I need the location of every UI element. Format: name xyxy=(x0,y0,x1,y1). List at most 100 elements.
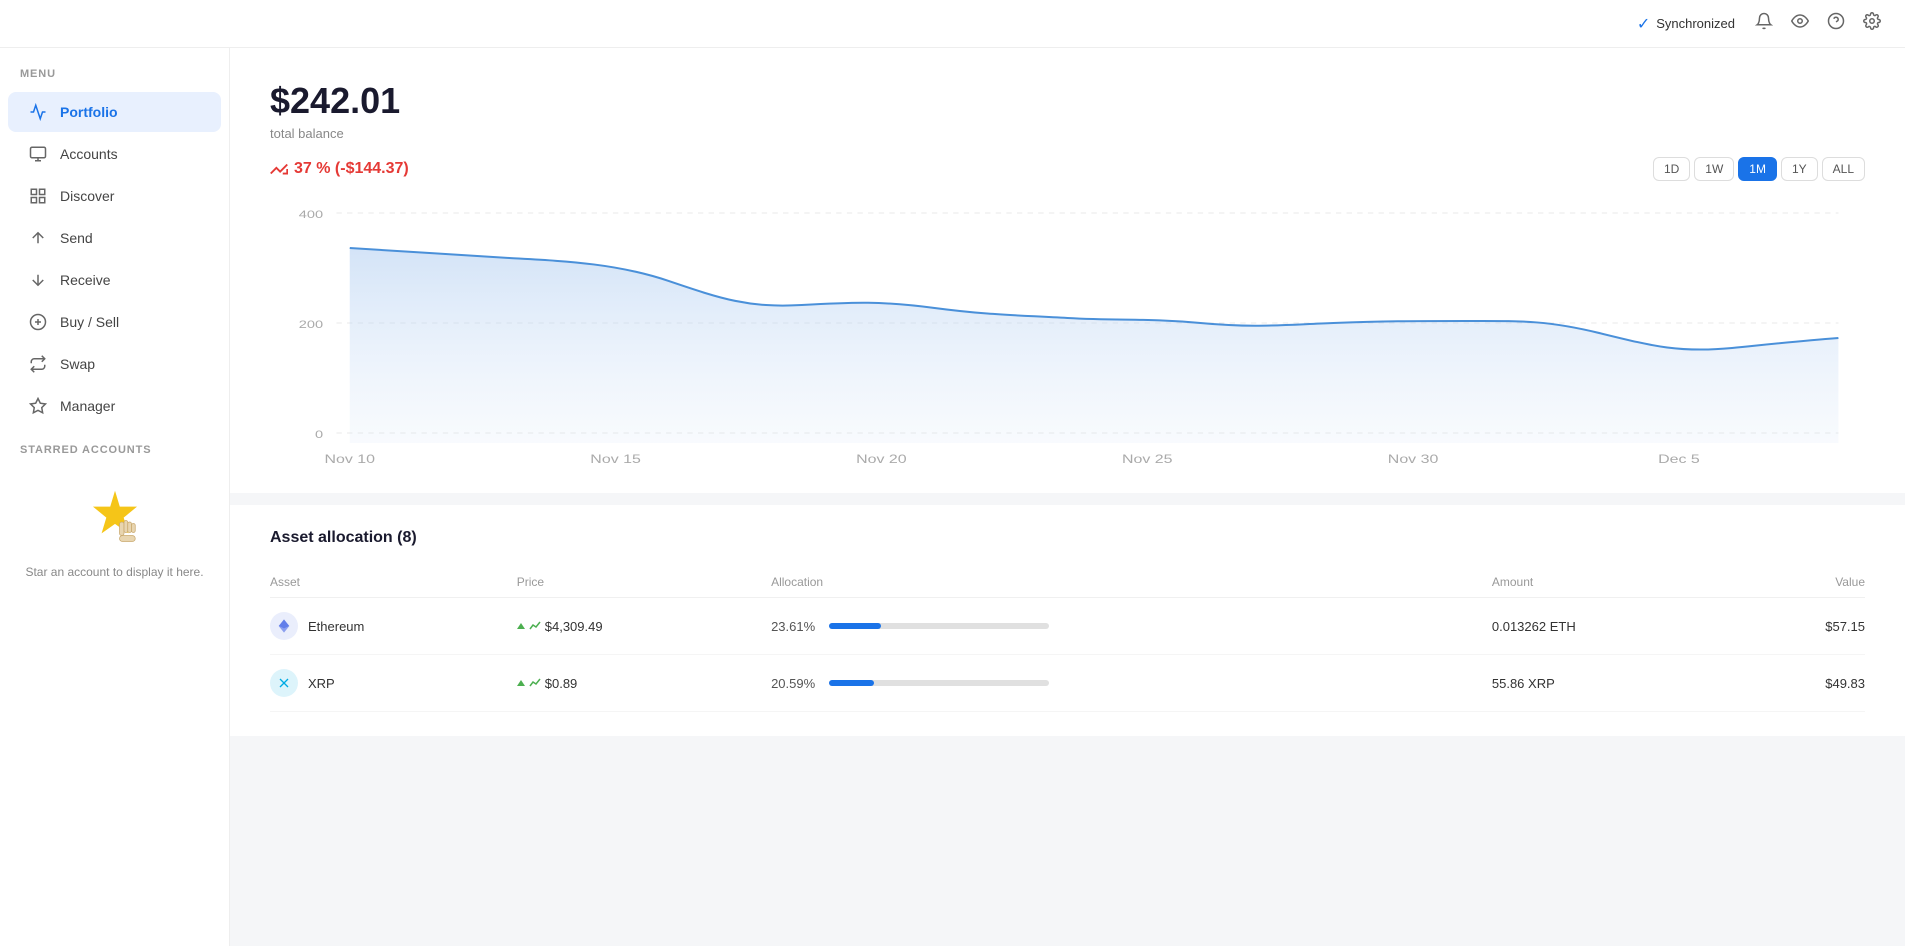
accounts-label: Accounts xyxy=(60,146,118,162)
total-balance-value: $242.01 xyxy=(270,80,1865,122)
filter-all[interactable]: ALL xyxy=(1822,157,1865,181)
sidebar-item-send[interactable]: Send xyxy=(8,218,221,258)
col-value: Value xyxy=(1721,567,1865,598)
eye-icon[interactable] xyxy=(1791,12,1809,35)
sidebar-item-discover[interactable]: Discover xyxy=(8,176,221,216)
portfolio-change: 37 % (-$144.37) xyxy=(270,160,409,178)
asset-value: $49.83 xyxy=(1721,655,1865,712)
trend-down-icon xyxy=(270,160,288,178)
buy-sell-icon xyxy=(28,312,48,332)
asset-table-body: Ethereum $4,309.49 23.61% 0.013262 ETH $… xyxy=(270,598,1865,712)
asset-name-cell: Ethereum xyxy=(270,612,497,640)
portfolio-chart: 400 200 0 Nov 10 Nov 15 xyxy=(270,193,1865,473)
sync-label: Synchronized xyxy=(1656,16,1735,31)
asset-section: Asset allocation (8) Asset Price Allocat… xyxy=(230,505,1905,736)
send-label: Send xyxy=(60,230,93,246)
time-filters: 1D 1W 1M 1Y ALL xyxy=(1653,157,1865,181)
asset-name: XRP xyxy=(308,676,335,691)
allocation-bar-fill xyxy=(829,680,874,686)
allocation-bar-bg xyxy=(829,623,1049,629)
manager-icon xyxy=(28,396,48,416)
menu-label: MENU xyxy=(0,68,229,90)
allocation-pct: 20.59% xyxy=(771,676,819,691)
col-asset: Asset xyxy=(270,567,497,598)
svg-text:Nov 10: Nov 10 xyxy=(324,452,375,466)
sidebar-item-buy-sell[interactable]: Buy / Sell xyxy=(8,302,221,342)
change-value: 37 % (-$144.37) xyxy=(294,160,409,178)
sidebar-item-receive[interactable]: Receive xyxy=(8,260,221,300)
sync-status: ✓ Synchronized xyxy=(1637,14,1735,34)
col-price: Price xyxy=(497,567,751,598)
receive-icon xyxy=(28,270,48,290)
asset-price: $4,309.49 xyxy=(517,619,751,634)
sidebar-item-swap[interactable]: Swap xyxy=(8,344,221,384)
portfolio-label: Portfolio xyxy=(60,104,118,120)
top-bar-icons xyxy=(1755,12,1881,35)
star-hand-icon xyxy=(85,486,145,555)
svg-text:Dec 5: Dec 5 xyxy=(1658,452,1700,466)
starred-accounts-label: STARRED ACCOUNTS xyxy=(0,428,229,466)
col-allocation: Allocation xyxy=(751,567,1472,598)
main-content: $242.01 total balance 37 % (-$144.37) 1D… xyxy=(230,48,1905,946)
asset-table: Asset Price Allocation Amount Value Ethe… xyxy=(270,567,1865,712)
table-row: Ethereum $4,309.49 23.61% 0.013262 ETH $… xyxy=(270,598,1865,655)
manager-label: Manager xyxy=(60,398,115,414)
allocation-bar-bg xyxy=(829,680,1049,686)
asset-name: Ethereum xyxy=(308,619,364,634)
main-layout: MENU Portfolio Accounts xyxy=(0,48,1905,946)
table-row: XRP $0.89 20.59% 55.86 XRP $49.83 xyxy=(270,655,1865,712)
table-header-row: Asset Price Allocation Amount Value xyxy=(270,567,1865,598)
starred-empty-text: Star an account to display it here. xyxy=(25,563,203,581)
svg-text:Nov 15: Nov 15 xyxy=(590,452,641,466)
sidebar-item-manager[interactable]: Manager xyxy=(8,386,221,426)
asset-amount: 55.86 XRP xyxy=(1472,655,1722,712)
asset-allocation-title: Asset allocation (8) xyxy=(270,529,1865,547)
asset-price: $0.89 xyxy=(517,676,751,691)
allocation-cell: 20.59% xyxy=(771,676,1472,691)
discover-icon xyxy=(28,186,48,206)
allocation-cell: 23.61% xyxy=(771,619,1472,634)
total-balance-label: total balance xyxy=(270,126,1865,141)
filter-1m[interactable]: 1M xyxy=(1738,157,1777,181)
svg-text:Nov 20: Nov 20 xyxy=(856,452,907,466)
receive-label: Receive xyxy=(60,272,111,288)
svg-text:Nov 30: Nov 30 xyxy=(1388,452,1439,466)
asset-value: $57.15 xyxy=(1721,598,1865,655)
eth-asset-icon xyxy=(270,612,298,640)
send-icon xyxy=(28,228,48,248)
asset-amount: 0.013262 ETH xyxy=(1472,598,1722,655)
change-row: 37 % (-$144.37) 1D 1W 1M 1Y ALL xyxy=(270,157,1865,181)
allocation-pct: 23.61% xyxy=(771,619,819,634)
allocation-bar-fill xyxy=(829,623,881,629)
sidebar-item-portfolio[interactable]: Portfolio xyxy=(8,92,221,132)
portfolio-icon xyxy=(28,102,48,122)
price-value: $4,309.49 xyxy=(545,619,603,634)
svg-text:200: 200 xyxy=(299,318,323,331)
filter-1y[interactable]: 1Y xyxy=(1781,157,1818,181)
price-trend-icon xyxy=(529,620,541,632)
bell-icon[interactable] xyxy=(1755,12,1773,35)
price-value: $0.89 xyxy=(545,676,578,691)
filter-1d[interactable]: 1D xyxy=(1653,157,1690,181)
accounts-icon xyxy=(28,144,48,164)
starred-accounts-empty: Star an account to display it here. xyxy=(0,466,229,601)
filter-1w[interactable]: 1W xyxy=(1694,157,1734,181)
svg-text:0: 0 xyxy=(315,428,323,441)
col-amount: Amount xyxy=(1472,567,1722,598)
chart-area xyxy=(350,248,1839,443)
sidebar-item-accounts[interactable]: Accounts xyxy=(8,134,221,174)
help-icon[interactable] xyxy=(1827,12,1845,35)
asset-name-cell: XRP xyxy=(270,669,497,697)
chart-svg: 400 200 0 Nov 10 Nov 15 xyxy=(270,193,1865,473)
sync-check-icon: ✓ xyxy=(1637,14,1650,34)
price-trend-icon xyxy=(529,677,541,689)
discover-label: Discover xyxy=(60,188,114,204)
svg-text:Nov 25: Nov 25 xyxy=(1122,452,1173,466)
swap-label: Swap xyxy=(60,356,95,372)
xrp-asset-icon xyxy=(270,669,298,697)
sidebar: MENU Portfolio Accounts xyxy=(0,48,230,946)
portfolio-section: $242.01 total balance 37 % (-$144.37) 1D… xyxy=(230,48,1905,493)
settings-icon[interactable] xyxy=(1863,12,1881,35)
top-bar: ✓ Synchronized xyxy=(0,0,1905,48)
buy-sell-label: Buy / Sell xyxy=(60,314,119,330)
